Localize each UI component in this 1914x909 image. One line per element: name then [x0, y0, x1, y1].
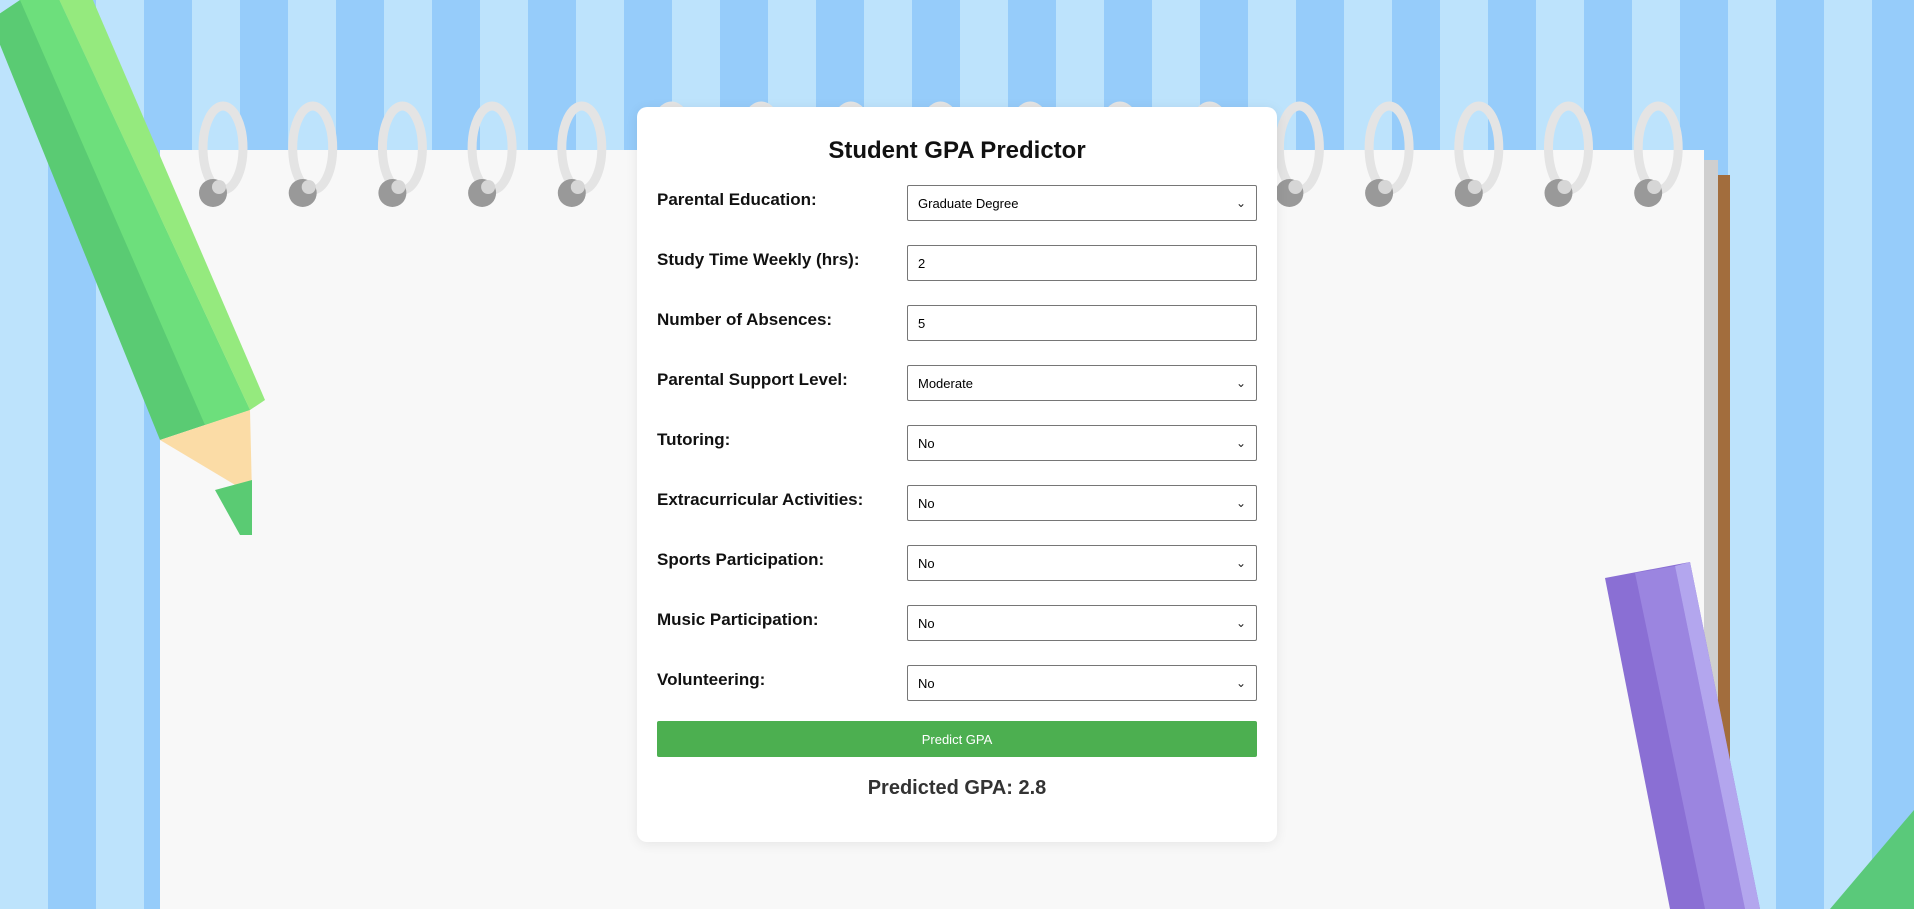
extracurricular-select[interactable]: No ⌄ — [907, 485, 1257, 521]
spiral-hole-highlight — [212, 180, 226, 194]
chevron-down-icon: ⌄ — [1235, 376, 1246, 390]
volunteering-value: No — [918, 675, 935, 691]
extracurricular-row: Extracurricular Activities: No ⌄ — [657, 485, 1257, 521]
tutoring-select[interactable]: No ⌄ — [907, 425, 1257, 461]
spiral-ring — [557, 101, 607, 195]
music-row: Music Participation: No ⌄ — [657, 605, 1257, 641]
spiral-ring — [1454, 101, 1504, 195]
extracurricular-label: Extracurricular Activities: — [657, 490, 864, 509]
predictor-card: Student GPA Predictor Parental Education… — [637, 107, 1277, 842]
study-time-field-box — [907, 245, 1257, 281]
parental-support-label: Parental Support Level: — [657, 370, 848, 389]
spiral-hole-highlight — [1378, 180, 1393, 194]
spiral-ring — [467, 101, 517, 195]
green-pencil-icon — [0, 0, 265, 535]
spiral-ring — [288, 101, 338, 195]
spiral-ring — [1274, 101, 1324, 195]
purple-pencil-icon — [1605, 562, 1760, 909]
sports-select[interactable]: No ⌄ — [907, 545, 1257, 581]
spiral-ring — [1633, 101, 1683, 195]
spiral-ring — [377, 101, 427, 195]
parental-education-value: Graduate Degree — [918, 195, 1019, 211]
spiral-hole-highlight — [391, 180, 406, 194]
chevron-down-icon: ⌄ — [1235, 676, 1246, 690]
study-time-input[interactable] — [918, 255, 1246, 271]
page-title: Student GPA Predictor — [828, 137, 1086, 164]
predict-gpa-button[interactable]: Predict GPA — [657, 721, 1257, 757]
music-label: Music Participation: — [657, 610, 819, 629]
parental-support-row: Parental Support Level: Moderate ⌄ — [657, 365, 1257, 401]
spiral-hole-highlight — [570, 180, 585, 194]
parental-education-label: Parental Education: — [657, 190, 817, 209]
volunteering-row: Volunteering: No ⌄ — [657, 665, 1257, 701]
sports-row: Sports Participation: No ⌄ — [657, 545, 1257, 581]
chevron-down-icon: ⌄ — [1235, 196, 1246, 210]
study-time-row: Study Time Weekly (hrs): — [657, 245, 1257, 281]
music-value: No — [918, 615, 935, 631]
parental-support-value: Moderate — [918, 375, 973, 391]
chevron-down-icon: ⌄ — [1235, 556, 1246, 570]
volunteering-label: Volunteering: — [657, 670, 766, 689]
green-corner-icon — [1830, 810, 1914, 909]
tutoring-row: Tutoring: No ⌄ — [657, 425, 1257, 461]
absences-field-box — [907, 305, 1257, 341]
chevron-down-icon: ⌄ — [1235, 496, 1246, 510]
spiral-hole-highlight — [1647, 180, 1662, 194]
spiral-hole-highlight — [1467, 180, 1482, 194]
volunteering-select[interactable]: No ⌄ — [907, 665, 1257, 701]
spiral-hole-highlight — [301, 180, 316, 194]
chevron-down-icon: ⌄ — [1235, 436, 1246, 450]
sports-value: No — [918, 555, 935, 571]
music-select[interactable]: No ⌄ — [907, 605, 1257, 641]
study-time-label: Study Time Weekly (hrs): — [657, 250, 860, 269]
spiral-hole-highlight — [481, 180, 496, 194]
absences-row: Number of Absences: — [657, 305, 1257, 341]
spiral-hole-highlight — [1288, 180, 1303, 194]
spiral-ring — [198, 101, 248, 195]
absences-label: Number of Absences: — [657, 310, 833, 329]
absences-input[interactable] — [918, 315, 1246, 331]
spiral-hole-highlight — [1557, 180, 1572, 194]
chevron-down-icon: ⌄ — [1235, 616, 1246, 630]
parental-education-row: Parental Education: Graduate Degree ⌄ — [657, 185, 1257, 221]
parental-support-select[interactable]: Moderate ⌄ — [907, 365, 1257, 401]
parental-education-select[interactable]: Graduate Degree ⌄ — [907, 185, 1257, 221]
spiral-ring — [1544, 101, 1593, 195]
predicted-gpa-result: Predicted GPA: 2.8 — [867, 777, 1047, 799]
tutoring-value: No — [918, 435, 935, 451]
spiral-ring — [1364, 101, 1414, 195]
sports-label: Sports Participation: — [657, 550, 825, 569]
tutoring-label: Tutoring: — [657, 430, 731, 449]
extracurricular-value: No — [918, 495, 935, 511]
